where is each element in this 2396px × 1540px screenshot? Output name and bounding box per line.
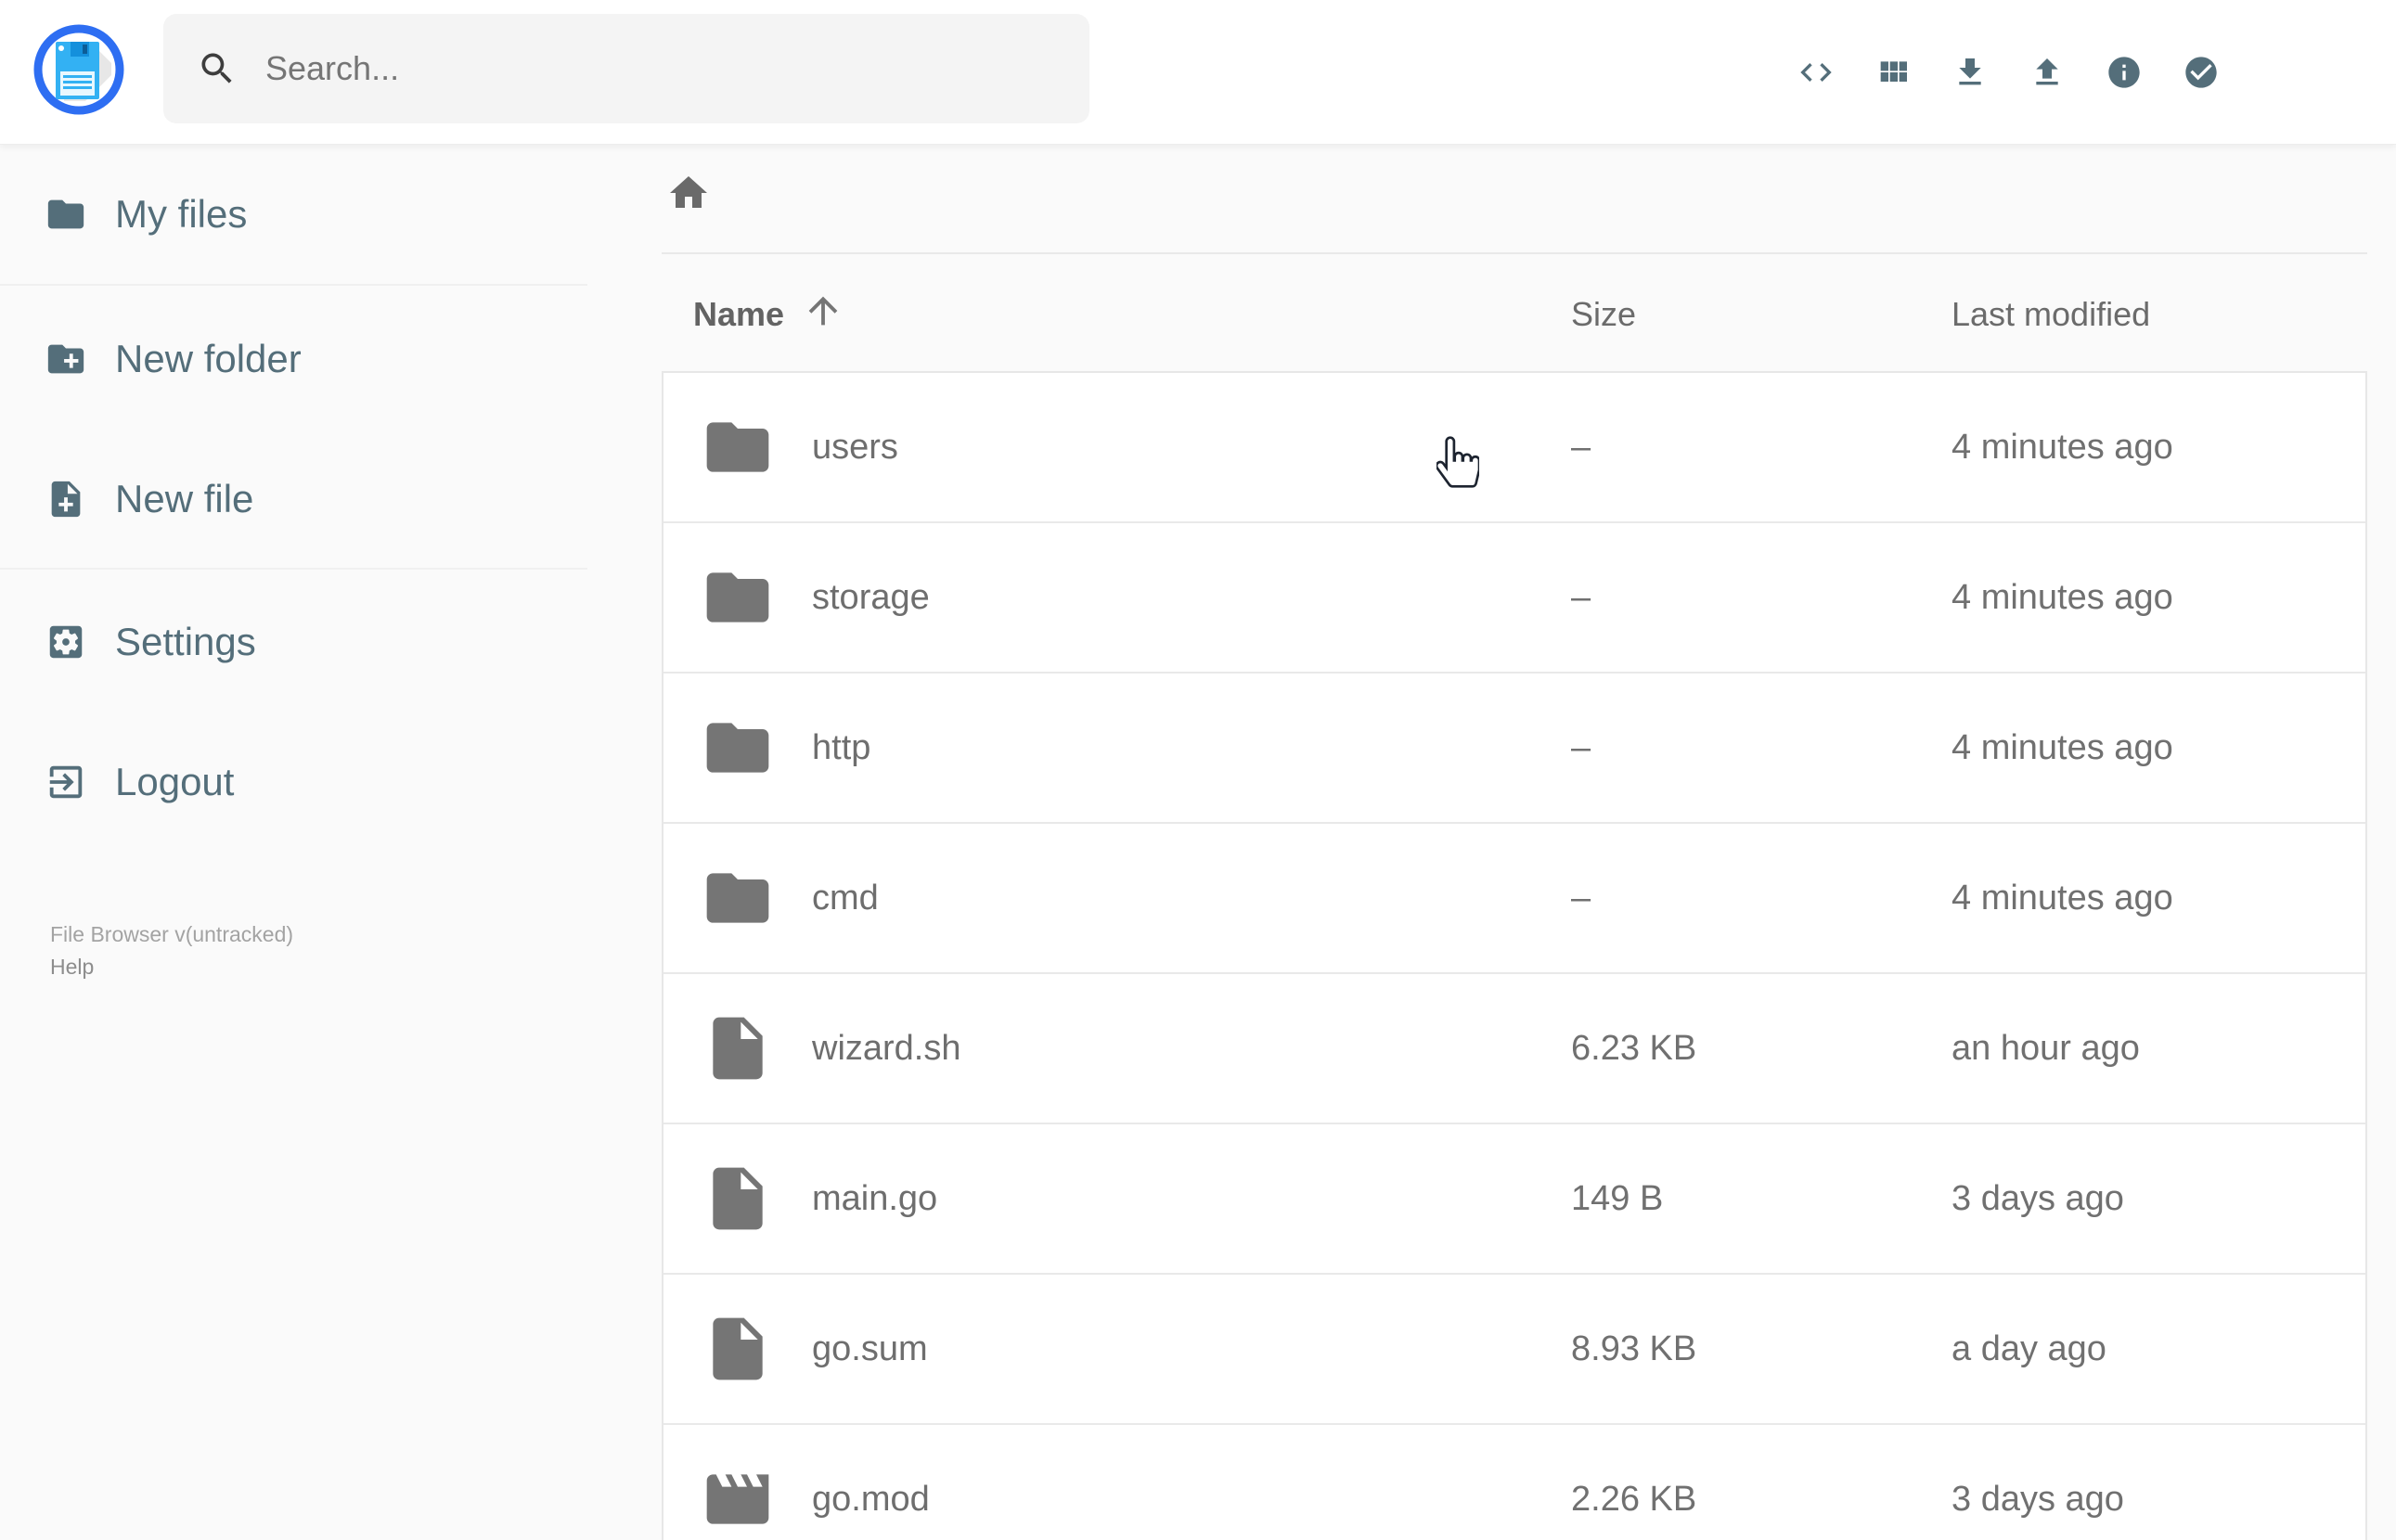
app-version-text: File Browser v(untracked)	[50, 922, 294, 946]
file-icon	[713, 1317, 763, 1380]
file-modified: 4 minutes ago	[1952, 577, 2173, 617]
file-row[interactable]: go.mod 2.26 KB 3 days ago	[663, 1423, 2365, 1540]
file-size: 149 B	[1571, 1178, 1664, 1218]
new-file-icon	[51, 481, 81, 518]
raw-view-button[interactable]	[1797, 54, 1835, 91]
file-name: storage	[812, 577, 930, 617]
upload-icon	[2036, 58, 2058, 84]
file-modified: 4 minutes ago	[1952, 427, 2173, 467]
download-button[interactable]	[1952, 54, 1989, 91]
header-actions	[1797, 0, 2220, 144]
file-row[interactable]: go.sum 8.93 KB a day ago	[663, 1273, 2365, 1423]
logout-icon	[49, 765, 83, 799]
code-icon	[1800, 62, 1832, 82]
sidebar-item-new-file[interactable]: New file	[0, 459, 587, 539]
file-type-icon	[701, 410, 775, 484]
file-type-icon	[701, 1161, 775, 1236]
sort-ascending-arrow-icon[interactable]	[802, 289, 844, 332]
file-size: –	[1571, 727, 1591, 767]
check-circle-icon	[2185, 56, 2217, 88]
media-file-icon	[706, 1474, 769, 1524]
folder-icon	[706, 422, 769, 472]
file-name: cmd	[812, 878, 879, 918]
breadcrumb-divider	[662, 252, 2367, 254]
sidebar-item-settings[interactable]: Settings	[0, 602, 587, 682]
sidebar-divider	[0, 568, 587, 570]
file-size: –	[1571, 878, 1591, 918]
search-icon	[201, 53, 232, 83]
sidebar-item-label: Logout	[115, 760, 235, 803]
help-link[interactable]: Help	[50, 951, 94, 982]
sidebar-footer: File Browser v(untracked) Help	[50, 918, 293, 982]
file-row[interactable]: storage – 4 minutes ago	[663, 521, 2365, 672]
sidebar: My files New folder New file Settings Lo…	[0, 144, 587, 1540]
app-logo[interactable]	[32, 23, 125, 116]
file-row[interactable]: main.go 149 B 3 days ago	[663, 1123, 2365, 1273]
settings-icon	[49, 625, 83, 659]
breadcrumb-home-button[interactable]	[666, 171, 711, 215]
file-size: –	[1571, 577, 1591, 617]
file-icon	[713, 1017, 763, 1080]
download-icon	[1959, 58, 1981, 84]
file-type-icon	[701, 1462, 775, 1536]
file-modified: 3 days ago	[1952, 1178, 2124, 1218]
column-header-name[interactable]: Name	[693, 295, 784, 334]
floppy-disk-logo-icon	[33, 24, 124, 115]
file-size: –	[1571, 427, 1591, 467]
new-folder-icon	[47, 344, 84, 374]
home-icon	[670, 176, 707, 208]
sidebar-item-label: My files	[115, 192, 248, 236]
sidebar-item-label: New folder	[115, 337, 302, 380]
file-type-icon	[701, 1312, 775, 1386]
column-header-size[interactable]: Size	[1571, 295, 1636, 334]
top-header	[0, 0, 2396, 145]
folder-icon	[706, 572, 769, 622]
file-name: go.mod	[812, 1479, 930, 1519]
file-size: 2.26 KB	[1571, 1479, 1697, 1519]
file-modified: 4 minutes ago	[1952, 727, 2173, 767]
file-row[interactable]: http – 4 minutes ago	[663, 672, 2365, 822]
info-icon	[2108, 56, 2140, 88]
select-multiple-button[interactable]	[2183, 54, 2220, 91]
file-modified: an hour ago	[1952, 1028, 2140, 1068]
sidebar-item-my-files[interactable]: My files	[0, 174, 587, 254]
sidebar-item-label: Settings	[115, 620, 256, 663]
sidebar-divider	[0, 284, 587, 286]
file-icon	[713, 1167, 763, 1230]
file-name: go.sum	[812, 1328, 928, 1368]
file-name: main.go	[812, 1178, 938, 1218]
file-name: wizard.sh	[812, 1028, 961, 1068]
file-listing: users – 4 minutes ago storage – 4 minute…	[662, 371, 2367, 1540]
sidebar-item-new-folder[interactable]: New folder	[0, 319, 587, 399]
file-row[interactable]: wizard.sh 6.23 KB an hour ago	[663, 972, 2365, 1123]
column-header-modified[interactable]: Last modified	[1952, 295, 2150, 334]
file-type-icon	[701, 560, 775, 635]
file-modified: 4 minutes ago	[1952, 878, 2173, 918]
grid-view-icon	[1880, 60, 1907, 82]
folder-icon	[706, 873, 769, 923]
search-bar[interactable]	[163, 14, 1089, 123]
file-type-icon	[701, 861, 775, 935]
switch-view-button[interactable]	[1874, 54, 1912, 91]
file-name: users	[812, 427, 898, 467]
sidebar-item-label: New file	[115, 477, 254, 520]
filebrowser-app: My files New folder New file Settings	[0, 0, 2396, 1540]
upload-button[interactable]	[2029, 54, 2066, 91]
file-name: http	[812, 727, 871, 767]
file-size: 8.93 KB	[1571, 1328, 1697, 1368]
file-size: 6.23 KB	[1571, 1028, 1697, 1068]
folder-icon	[47, 199, 84, 229]
info-button[interactable]	[2106, 54, 2143, 91]
file-row[interactable]: users – 4 minutes ago	[663, 373, 2365, 521]
sidebar-item-logout[interactable]: Logout	[0, 742, 587, 822]
folder-icon	[706, 723, 769, 773]
file-type-icon	[701, 1011, 775, 1085]
file-modified: a day ago	[1952, 1328, 2106, 1368]
file-row[interactable]: cmd – 4 minutes ago	[663, 822, 2365, 972]
search-input[interactable]	[264, 48, 1010, 89]
file-modified: 3 days ago	[1952, 1479, 2124, 1519]
file-type-icon	[701, 711, 775, 785]
